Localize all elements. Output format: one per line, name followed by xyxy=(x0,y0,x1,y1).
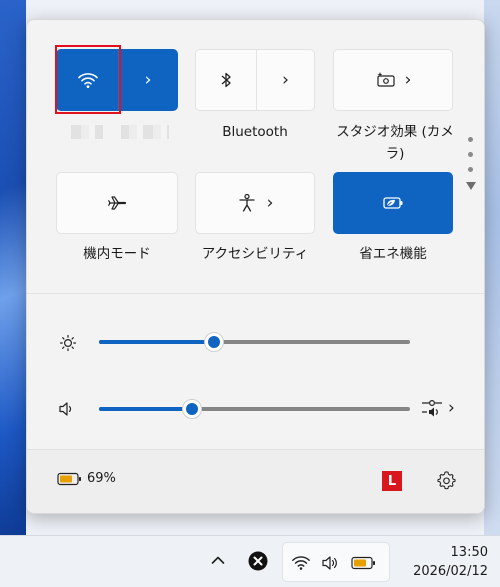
page-dot-1[interactable] xyxy=(467,137,473,142)
bluetooth-tile: › xyxy=(195,49,315,111)
chevron-right-icon: › xyxy=(144,70,152,90)
clock-time: 13:50 xyxy=(450,545,488,560)
accessibility-label: アクセシビリティ xyxy=(201,246,309,262)
battery-leaf-icon xyxy=(383,197,403,209)
wallpaper-right-edge xyxy=(484,0,500,535)
speaker-icon[interactable] xyxy=(58,401,76,417)
wifi-expand-button[interactable]: › xyxy=(119,50,177,110)
taskbar: 13:50 2026/02/12 xyxy=(0,535,500,587)
brightness-slider-thumb[interactable] xyxy=(204,332,225,352)
accessibility-icon xyxy=(238,193,255,212)
clock[interactable]: 13:50 2026/02/12 xyxy=(413,543,488,581)
battery-percent: 69% xyxy=(87,471,116,486)
battery-icon xyxy=(57,472,81,485)
energy-saver-tile[interactable] xyxy=(333,172,453,234)
wifi-tile: › xyxy=(56,49,178,111)
sun-icon xyxy=(59,334,77,352)
volume-slider-thumb[interactable] xyxy=(182,399,203,419)
chevron-right-icon: › xyxy=(448,398,455,418)
studio-effects-label-line2: ラ) xyxy=(385,146,405,162)
battery-icon xyxy=(351,556,375,570)
brightness-slider-fill xyxy=(99,340,215,344)
wifi-network-name-gap xyxy=(103,125,121,139)
chevron-right-icon: › xyxy=(282,70,289,90)
studio-effects-label-line1: スタジオ効果 (カメ xyxy=(336,124,454,140)
app-badge-icon[interactable]: L xyxy=(382,471,402,491)
speaker-icon xyxy=(322,556,337,570)
brightness-slider[interactable] xyxy=(99,332,410,352)
page-dot-2[interactable] xyxy=(467,152,473,157)
audio-output-icon xyxy=(422,399,442,417)
gear-icon[interactable] xyxy=(437,471,457,491)
accessibility-tile[interactable]: › xyxy=(195,172,315,234)
wifi-icon xyxy=(77,73,98,88)
system-tray-button[interactable] xyxy=(282,542,390,582)
chevron-right-icon: › xyxy=(266,193,274,213)
quick-settings-footer: 69% L xyxy=(27,449,484,513)
bluetooth-label: Bluetooth xyxy=(222,124,288,140)
bluetooth-expand-button[interactable]: › xyxy=(257,50,314,110)
bluetooth-toggle-button[interactable] xyxy=(196,50,256,110)
wifi-icon xyxy=(292,556,310,570)
quick-settings-panel: › › Bluetooth › スタジオ効果 (カメ ラ) 機内モード › アク… xyxy=(26,19,485,514)
clock-date: 2026/02/12 xyxy=(413,564,488,579)
airplane-mode-tile[interactable] xyxy=(56,172,178,234)
page-dot-3[interactable] xyxy=(467,167,473,172)
wallpaper-left-edge xyxy=(0,0,26,535)
next-page-arrow-icon[interactable] xyxy=(466,182,476,190)
airplane-icon xyxy=(107,196,127,210)
volume-slider[interactable] xyxy=(99,399,410,419)
studio-effects-label: スタジオ効果 (カメ ラ) xyxy=(325,121,465,165)
volume-slider-fill xyxy=(99,407,193,411)
audio-output-button[interactable]: › xyxy=(421,398,455,418)
battery-status[interactable]: 69% xyxy=(57,471,116,486)
chevron-right-icon: › xyxy=(404,70,412,90)
chevron-up-icon[interactable] xyxy=(211,555,225,565)
tiles-slider-separator xyxy=(27,293,484,294)
airplane-mode-label: 機内モード xyxy=(83,246,151,262)
bluetooth-icon xyxy=(221,72,231,88)
energy-saver-label: 省エネ機能 xyxy=(359,246,427,262)
studio-effects-tile[interactable]: › xyxy=(333,49,453,111)
wifi-toggle-button[interactable] xyxy=(57,50,118,110)
camera-effects-icon xyxy=(376,72,395,87)
quick-settings-pagination xyxy=(466,137,476,190)
close-circle-icon[interactable] xyxy=(248,551,268,571)
